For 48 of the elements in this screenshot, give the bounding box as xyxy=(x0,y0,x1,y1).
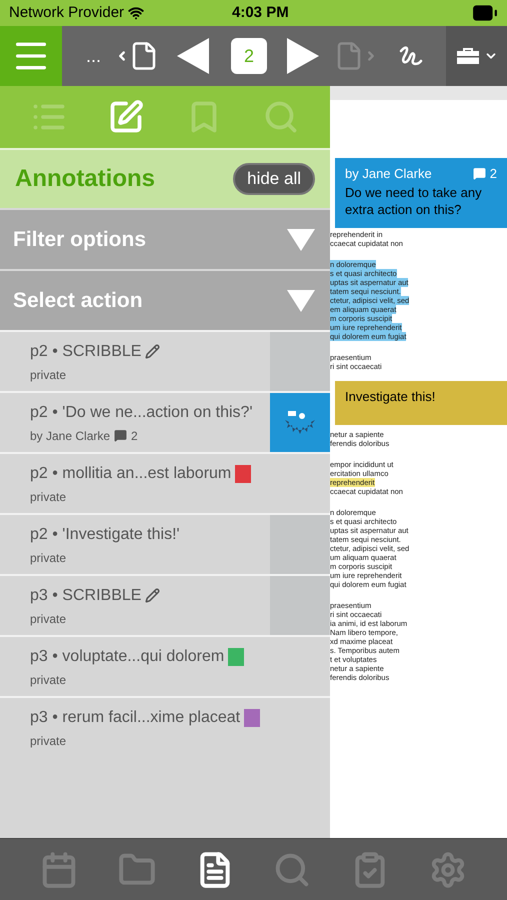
page-number[interactable]: 2 xyxy=(231,38,268,74)
annotation-title: p3 • SCRIBBLE xyxy=(30,586,142,606)
annotation-subtitle: private xyxy=(30,610,66,628)
comment-note[interactable]: by Jane Clarke 2 Do we need to take any extra action on this? xyxy=(335,158,507,228)
annotation-title: p2 • mollitia an...est laborum xyxy=(30,464,232,484)
panel-title: Annotations xyxy=(15,164,155,194)
swipe-action-button[interactable] xyxy=(270,393,330,452)
note-author: by Jane Clarke xyxy=(345,165,432,183)
hide-all-button[interactable]: hide all xyxy=(233,163,315,195)
carrier-name: Network Provider xyxy=(9,2,124,23)
next-page-button[interactable] xyxy=(287,38,320,74)
more-button[interactable]: ... xyxy=(86,42,102,70)
comment-count: 2 xyxy=(131,428,138,444)
annotation-subtitle: private xyxy=(30,366,66,384)
note-text: Investigate this! xyxy=(345,389,436,404)
annotation-subtitle: by Jane Clarke xyxy=(30,428,110,444)
annotation-row[interactable]: p2 • SCRIBBLE private xyxy=(0,330,330,391)
toolbox-button[interactable] xyxy=(446,26,507,86)
triangle-left-icon xyxy=(177,38,210,74)
panel-tab[interactable] xyxy=(108,99,144,135)
annotation-row[interactable]: p3 • SCRIBBLE private xyxy=(0,574,330,635)
previous-page-button[interactable] xyxy=(177,38,210,74)
annotation-title: p2 • 'Do we ne...action on this?' xyxy=(30,402,253,422)
annotation-row[interactable]: p2 • 'Investigate this!' private xyxy=(0,513,330,574)
annotation-row[interactable]: p2 • 'Do we ne...action on this?' by Jane Clarke 2 xyxy=(0,391,330,452)
triangle-right-icon xyxy=(287,38,320,74)
sticky-note[interactable]: Investigate this! xyxy=(335,381,507,425)
pencil-icon xyxy=(145,344,160,359)
annotation-subtitle: private xyxy=(30,488,66,506)
annotation-subtitle: private xyxy=(30,732,66,750)
pencil-icon xyxy=(145,588,160,603)
note-text: Do we need to take any extra action on this? xyxy=(345,184,483,218)
wifi-icon xyxy=(128,5,144,21)
search-icon xyxy=(263,99,300,135)
status-time: 4:03 PM xyxy=(232,2,289,23)
annotation-title: p3 • voluptate...qui dolorem xyxy=(30,646,224,666)
edit-icon xyxy=(108,99,144,135)
annotation-subtitle: private xyxy=(30,550,66,566)
toolbox-icon xyxy=(456,47,480,65)
comment-icon xyxy=(114,429,128,442)
annotation-title: p2 • SCRIBBLE xyxy=(30,342,142,362)
comment-icon xyxy=(472,167,486,180)
annotation-subtitle: private xyxy=(30,672,66,688)
note-comment-count: 2 xyxy=(490,165,497,183)
menu-button[interactable] xyxy=(0,26,62,86)
annotation-title: p3 • rerum facil...xime placeat xyxy=(30,708,240,728)
annotation-title: p2 • 'Investigate this!' xyxy=(30,524,180,544)
panel-tab[interactable] xyxy=(263,99,300,135)
